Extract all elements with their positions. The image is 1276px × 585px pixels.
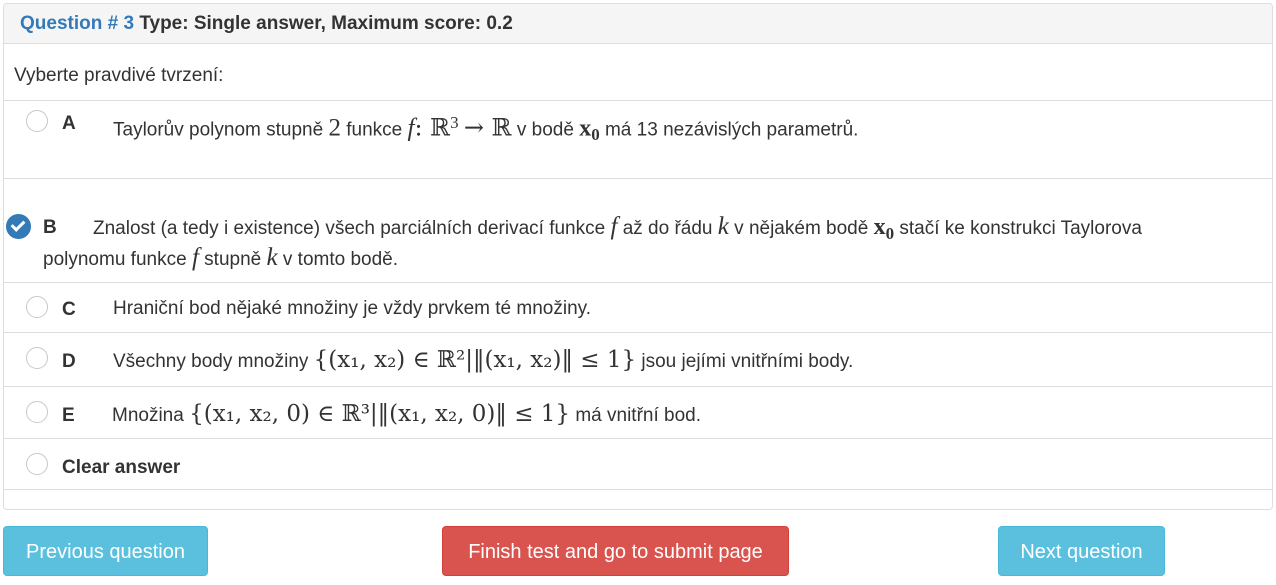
option-e-math: {(x₁, x₂, 0) ∈ ℝ³|‖(x₁, x₂, 0)‖ ≤ 1} xyxy=(189,401,571,427)
clear-answer-label: Clear answer xyxy=(62,457,181,478)
option-d-text: Všechny body množiny {(x₁, x₂) ∈ ℝ²|‖(x₁… xyxy=(113,347,854,373)
option-d[interactable]: D Všechny body množiny {(x₁, x₂) ∈ ℝ²|‖(… xyxy=(4,332,1272,386)
question-type: Type: Single answer, Maximum score: 0.2 xyxy=(139,13,513,34)
option-letter: E xyxy=(62,405,75,426)
option-c[interactable]: C Hraniční bod nějaké množiny je vždy pr… xyxy=(4,282,1272,332)
option-c-radio[interactable] xyxy=(26,296,48,318)
option-letter: B xyxy=(43,217,57,238)
option-b[interactable]: B Znalost (a tedy i existence) všech par… xyxy=(4,178,1272,282)
option-letter: C xyxy=(62,299,76,320)
question-number: Question # 3 xyxy=(20,13,135,34)
option-d-radio[interactable] xyxy=(26,347,48,369)
option-a-radio[interactable] xyxy=(26,110,48,132)
option-a-text: Taylorův polynom stupně 2 funkce f: ℝ3 →… xyxy=(113,113,859,145)
option-e-radio[interactable] xyxy=(26,401,48,423)
question-heading: Question # 3 Type: Single answer, Maximu… xyxy=(4,4,1272,44)
option-letter: A xyxy=(62,113,76,134)
option-a[interactable]: A Taylorův polynom stupně 2 funkce f: ℝ3… xyxy=(4,100,1272,180)
option-c-text: Hraniční bod nějaké množiny je vždy prvk… xyxy=(113,298,592,319)
option-e-text: Množina {(x₁, x₂, 0) ∈ ℝ³|‖(x₁, x₂, 0)‖ … xyxy=(112,401,701,427)
clear-answer-radio[interactable] xyxy=(26,453,48,475)
clear-answer-option[interactable]: Clear answer xyxy=(4,438,1272,490)
question-panel: Question # 3 Type: Single answer, Maximu… xyxy=(3,3,1273,510)
option-letter: D xyxy=(62,351,76,372)
option-b-text-line2: polynomu funkce f stupně k v tomto bodě. xyxy=(43,244,399,271)
option-e[interactable]: E Množina {(x₁, x₂, 0) ∈ ℝ³|‖(x₁, x₂, 0)… xyxy=(4,386,1272,440)
previous-question-button[interactable]: Previous question xyxy=(3,526,208,576)
next-question-button[interactable]: Next question xyxy=(998,526,1165,576)
option-d-math: {(x₁, x₂) ∈ ℝ²|‖(x₁, x₂)‖ ≤ 1} xyxy=(313,347,637,373)
option-b-radio-checked[interactable] xyxy=(6,214,31,239)
finish-test-button[interactable]: Finish test and go to submit page xyxy=(442,526,789,576)
question-prompt: Vyberte pravdivé tvrzení: xyxy=(14,65,224,86)
